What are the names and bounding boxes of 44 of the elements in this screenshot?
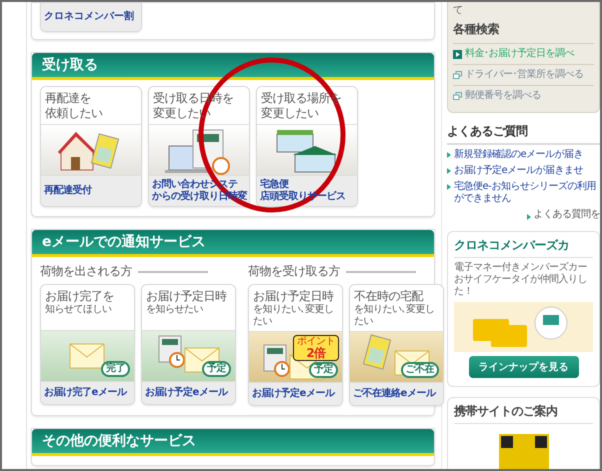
group-heading: 荷物を出される方 bbox=[40, 263, 132, 280]
faq-link[interactable]: 宅急便e-お知らせシリーズの利用ができません bbox=[454, 181, 600, 205]
qr-code-drawing bbox=[498, 434, 548, 469]
card-link[interactable]: 再配達受付 bbox=[44, 185, 92, 197]
more-link[interactable]: よくある質問を bbox=[534, 209, 600, 221]
faq-heading: よくあるご質問 bbox=[447, 123, 600, 145]
promo-text: 電子マネー付きメンバーズカー おサイフケータイが仲間入りし た！ bbox=[454, 262, 588, 298]
new-window-icon bbox=[453, 71, 462, 79]
play-icon bbox=[453, 50, 462, 58]
group-heading: 荷物を受け取る方 bbox=[248, 263, 340, 280]
panel-heading: 各種検索 bbox=[453, 17, 594, 44]
card-subtitle: を知りたい､変更したい bbox=[253, 304, 334, 328]
point-label: ポイント bbox=[297, 336, 335, 347]
section-header: 受け取る bbox=[32, 53, 434, 80]
card-subtitle: を知らせたい bbox=[146, 304, 204, 316]
section-header: その他の便利なサービス bbox=[32, 429, 434, 456]
status-badge: ご不在 bbox=[400, 362, 439, 378]
point-value: 2倍 bbox=[306, 347, 326, 360]
lineup-button[interactable]: ラインナップを見る bbox=[468, 356, 578, 378]
card-subtitle: 知らせてほしい bbox=[45, 304, 112, 316]
card-title: 受け取る場所を bbox=[261, 91, 342, 106]
status-badge: 予定 bbox=[309, 362, 338, 378]
card-title: お届け予定日時 bbox=[146, 289, 228, 304]
status-badge: 予定 bbox=[202, 361, 231, 377]
card-title: 再配達を bbox=[45, 91, 92, 106]
faq-link[interactable]: 新規登録確認のeメールが届き bbox=[454, 149, 584, 161]
bullet-icon bbox=[447, 152, 451, 158]
promo-title: クロネコメンバーズカ bbox=[454, 237, 593, 258]
card-subtitle: 変更したい bbox=[153, 106, 212, 121]
bullet-icon bbox=[447, 184, 451, 190]
card-subtitle: を知りたい､変更したい bbox=[354, 304, 436, 328]
card-title: お届け完了を bbox=[45, 289, 115, 304]
bullet-icon bbox=[526, 214, 530, 220]
card-subtitle: 変更したい bbox=[261, 106, 320, 121]
card-subtitle: 依頼したい bbox=[45, 106, 104, 121]
new-window-icon bbox=[453, 92, 462, 100]
section-header: eメールでの通知サービス bbox=[32, 230, 434, 257]
card-title: 不在時の宅配 bbox=[354, 289, 424, 304]
mobile-title: 携帯サイトのご案内 bbox=[454, 403, 593, 424]
bullet-icon bbox=[447, 168, 451, 174]
cut-text: て bbox=[453, 4, 464, 17]
status-badge: 完了 bbox=[101, 361, 130, 377]
card-title: お届け予定日時 bbox=[253, 289, 334, 304]
faq-link[interactable]: お届け予定eメールが届きませ bbox=[454, 165, 584, 177]
